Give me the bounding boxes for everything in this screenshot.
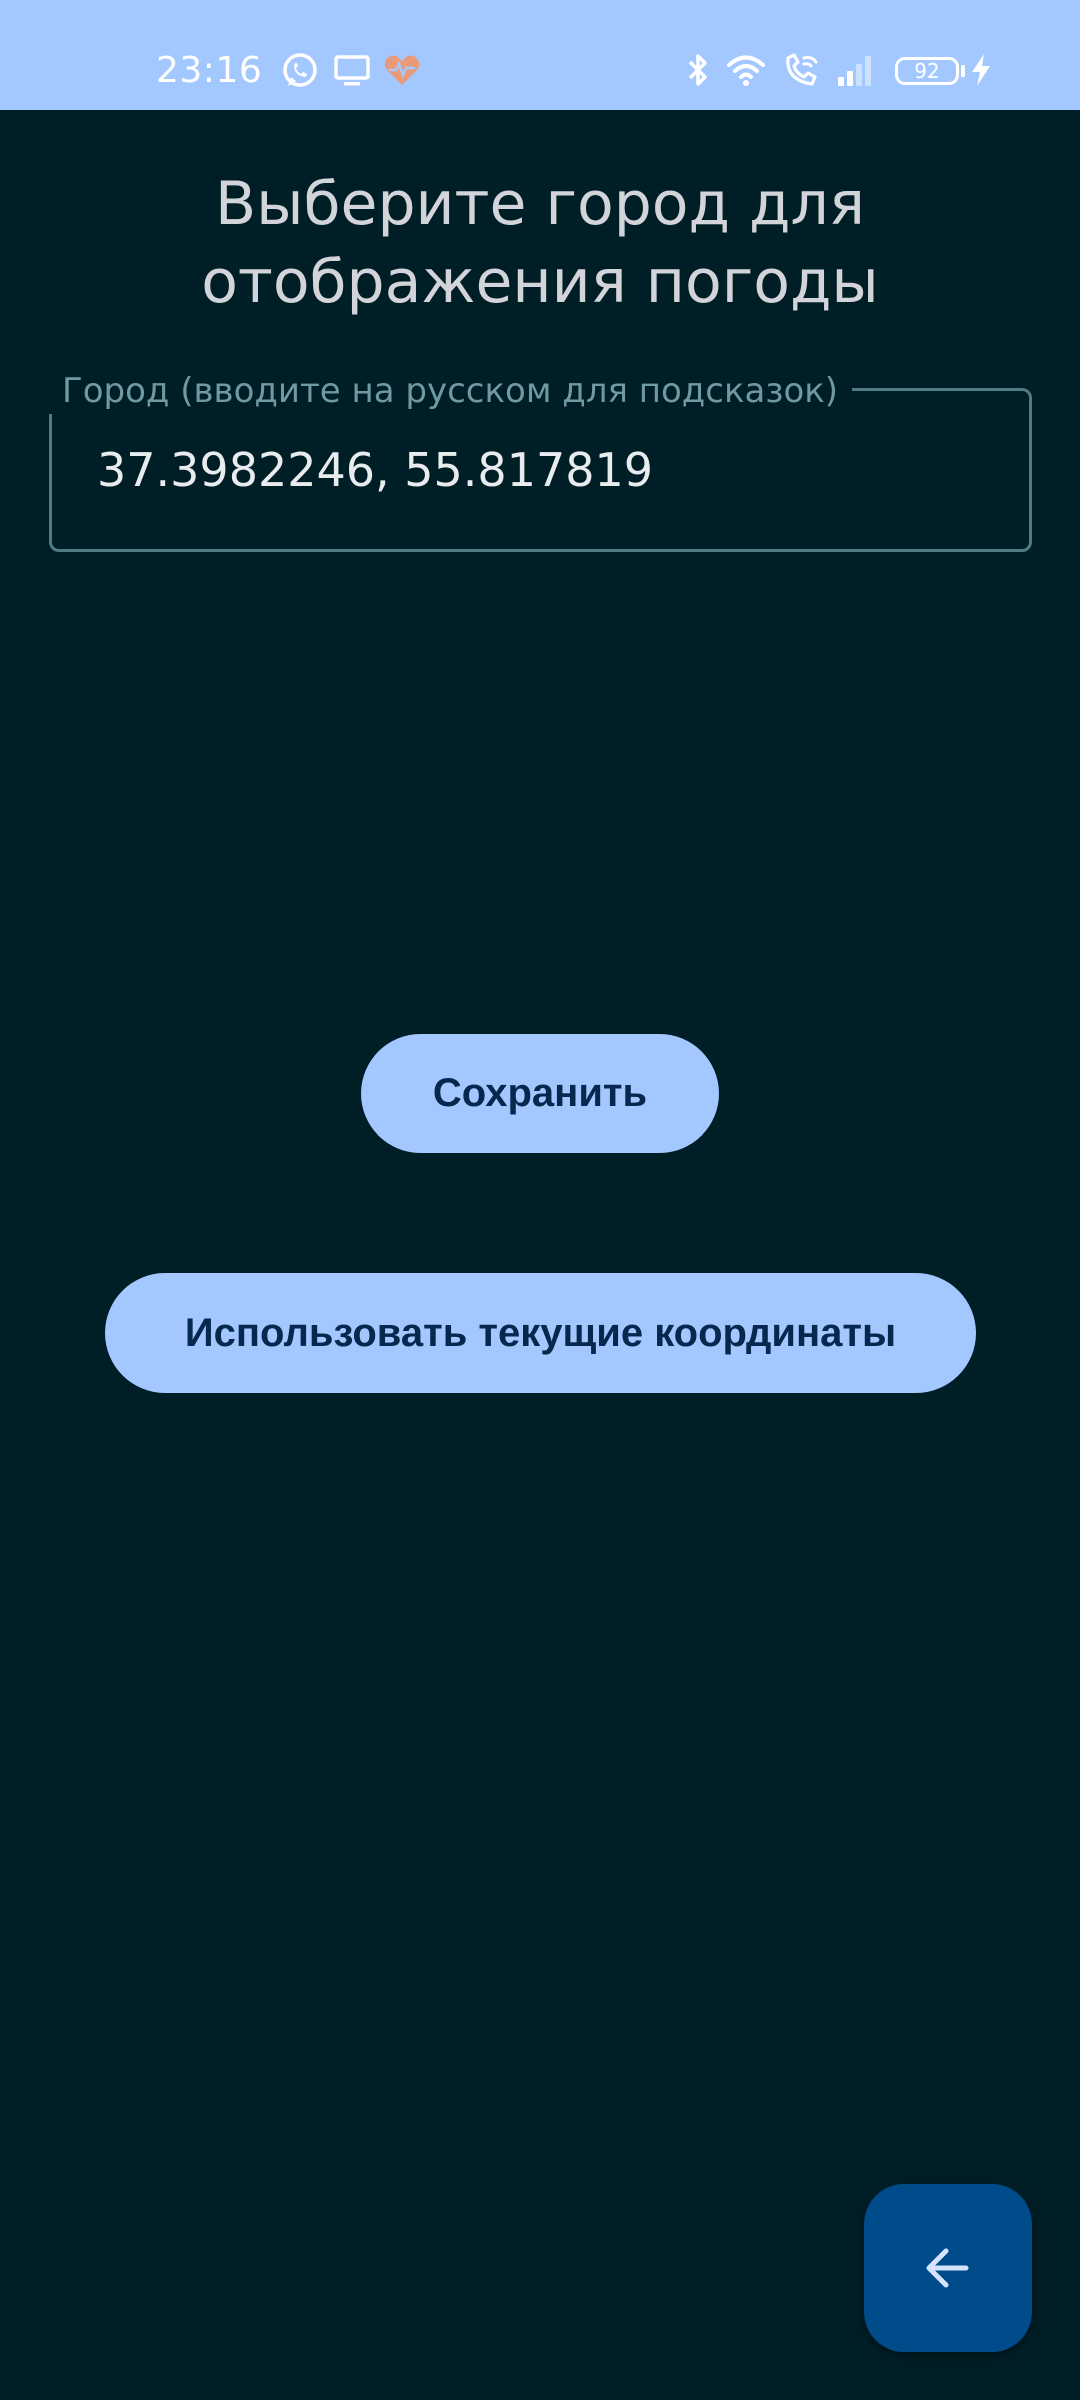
health-heart-icon	[382, 50, 422, 90]
battery-icon: 92	[895, 57, 959, 85]
page-title: Выберите город для отображения погоды	[201, 169, 879, 317]
charging-icon	[966, 50, 996, 90]
city-input[interactable]	[97, 440, 977, 500]
back-fab-button[interactable]	[864, 2184, 1032, 2352]
battery-tip	[961, 65, 965, 77]
use-current-coordinates-button[interactable]: Использовать текущие координаты	[105, 1273, 976, 1393]
whatsapp-icon	[280, 50, 320, 90]
arrow-back-icon	[926, 2248, 969, 2288]
wifi-calling-icon	[782, 50, 822, 90]
city-field-label: Город (вводите на русском для подсказок)	[48, 368, 853, 414]
bluetooth-icon	[678, 50, 718, 90]
status-time: 23:16	[156, 50, 263, 91]
save-button[interactable]: Сохранить	[361, 1034, 719, 1153]
status-bar: 23:16 92	[0, 0, 1080, 110]
signal-icon	[834, 50, 874, 90]
screen-cast-icon	[332, 50, 372, 90]
weather-city-screen: 23:16 92 Выберите город для отображения …	[0, 0, 1080, 2400]
wifi-icon	[726, 50, 766, 90]
